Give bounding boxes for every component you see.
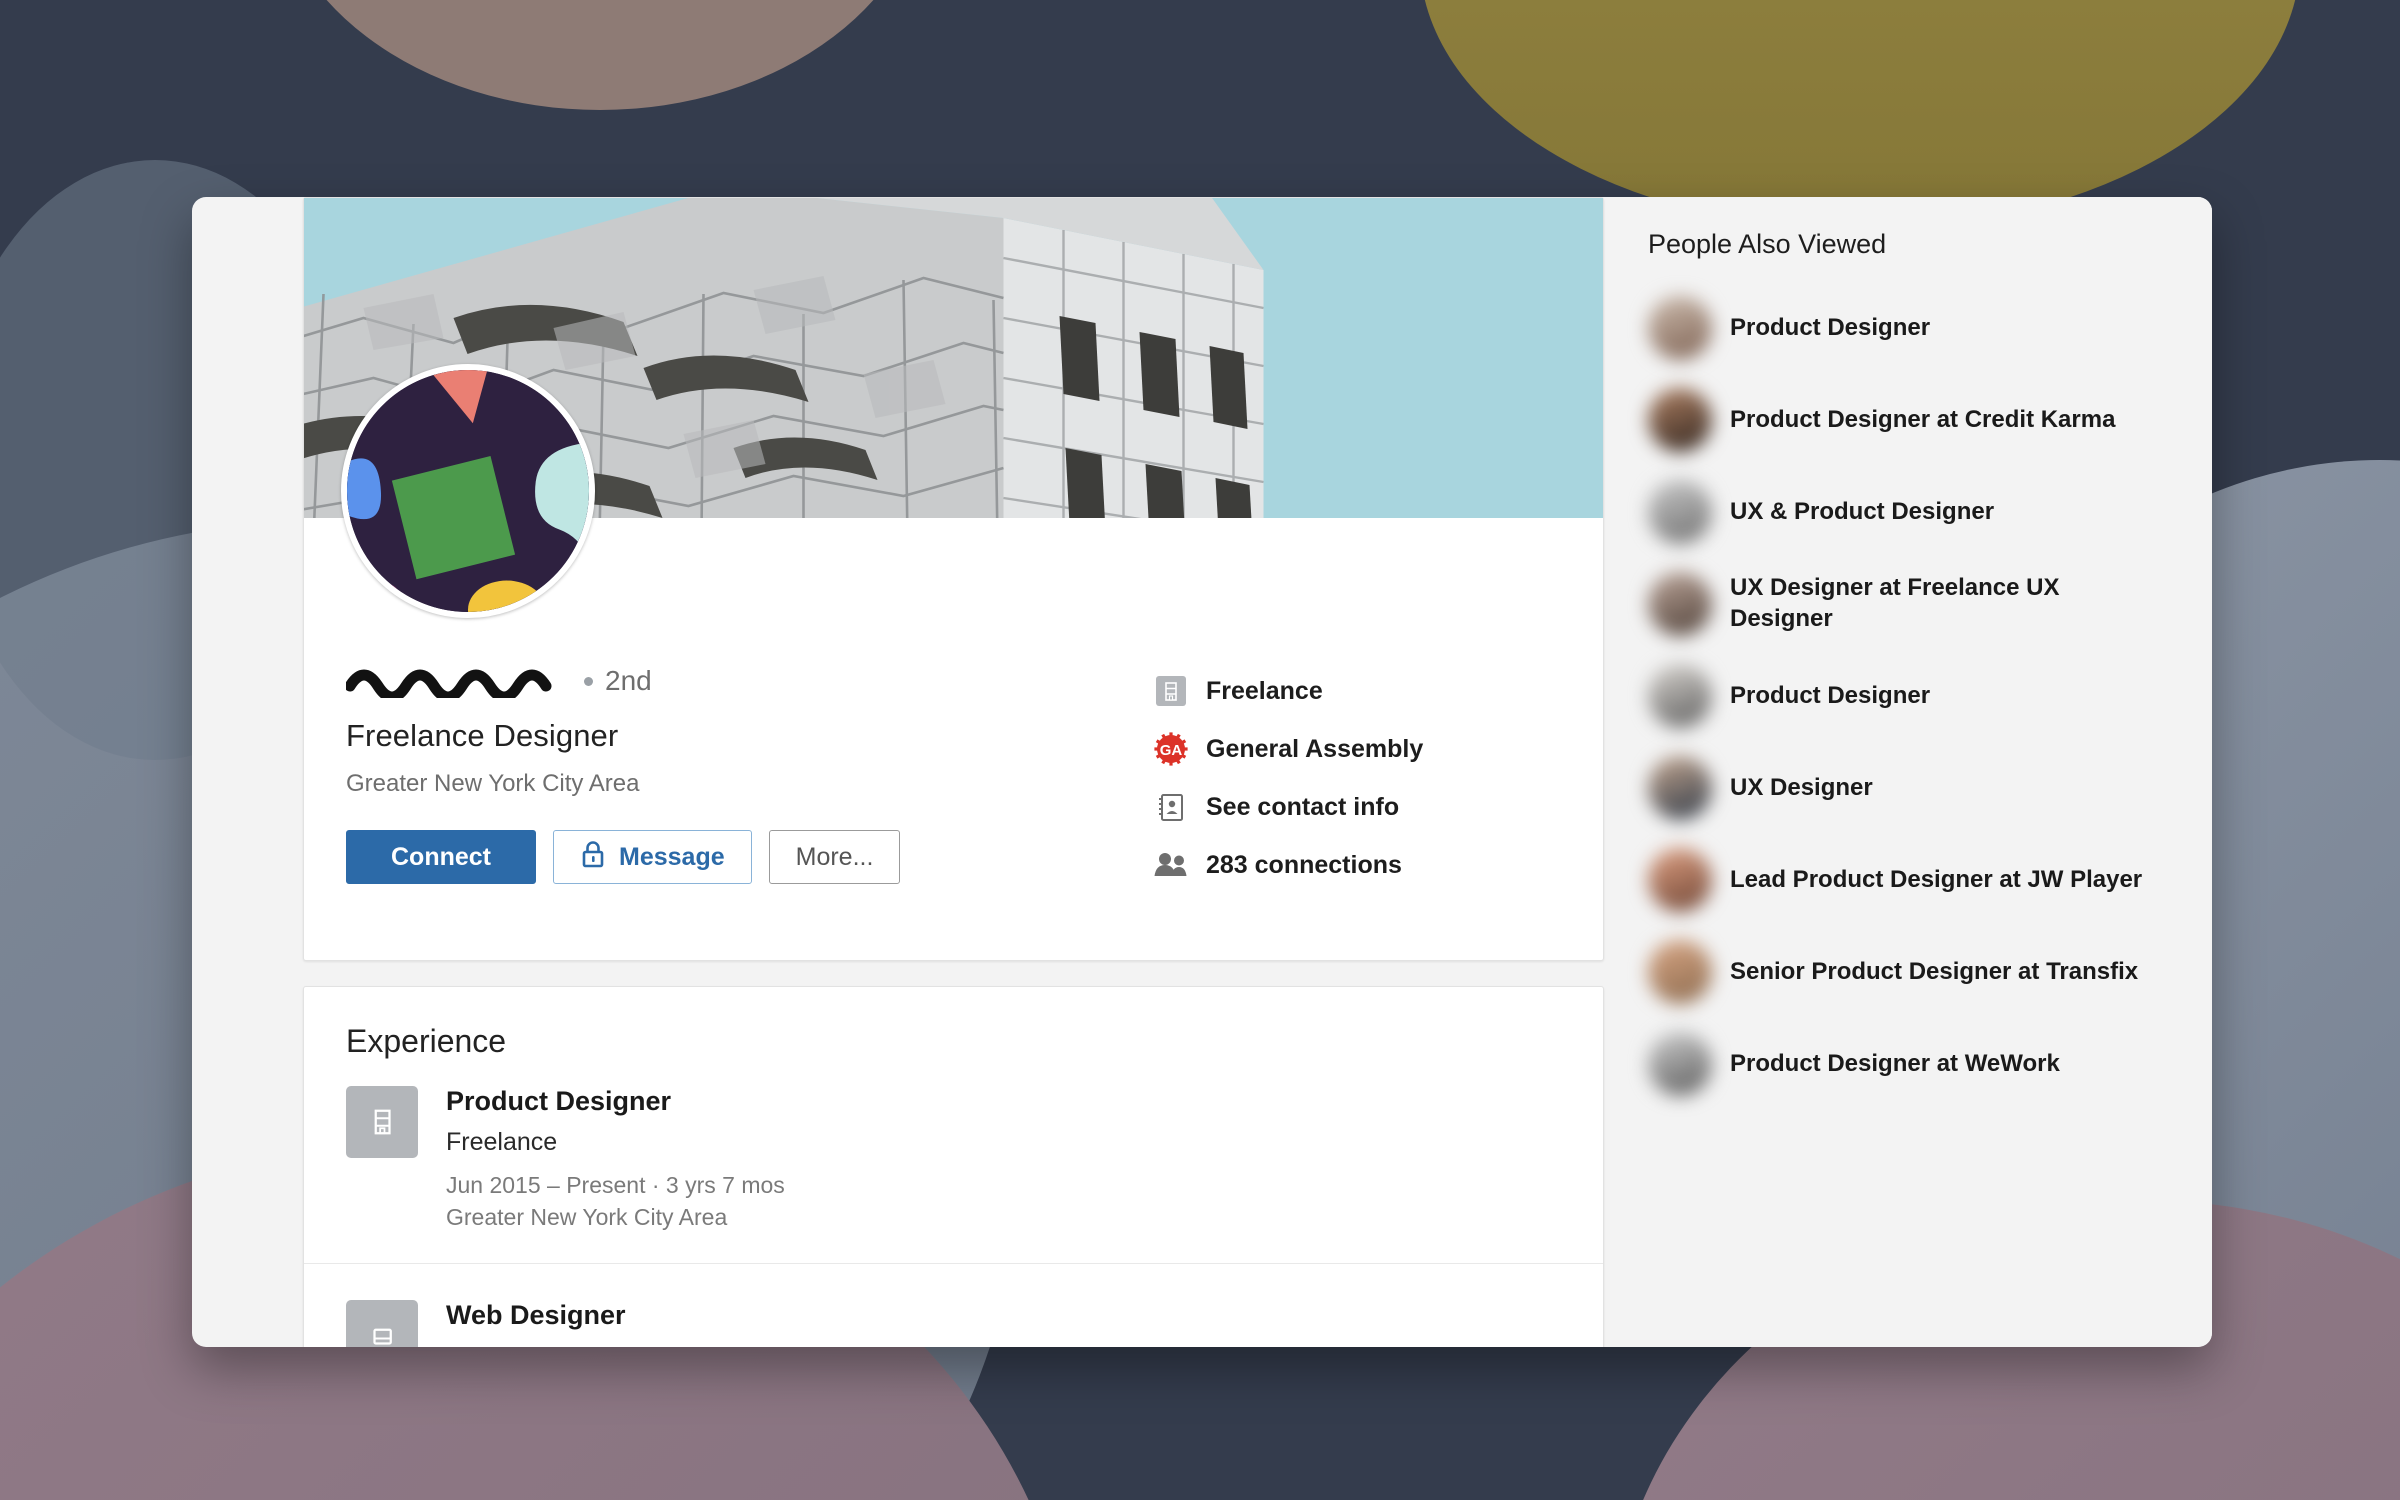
avatar (1648, 480, 1712, 544)
redacted-name-squiggle (344, 664, 572, 703)
avatar[interactable] (341, 364, 595, 618)
avatar (1648, 388, 1712, 452)
profile-headline: Freelance Designer (346, 718, 619, 753)
profile-card: 2nd Freelance Designer Greater New York … (303, 197, 1604, 961)
avatar (1648, 940, 1712, 1004)
experience-section-title: Experience (346, 1023, 507, 1059)
list-item[interactable]: Senior Product Designer at Transfix (1648, 926, 2212, 1018)
avatar (1648, 848, 1712, 912)
meta-label: Freelance (1206, 676, 1323, 705)
list-item-label: UX Designer at Freelance UX Designer (1730, 574, 2060, 632)
experience-role: Product Designer (446, 1086, 672, 1116)
list-item-label: Lead Product Designer at JW Player (1730, 865, 2143, 893)
list-item-label: Product Designer (1730, 681, 1931, 709)
profile-location: Greater New York City Area (346, 770, 640, 797)
experience-item[interactable]: Product Designer Freelance Jun 2015 – Pr… (304, 1086, 1603, 1231)
meta-label: 283 connections (1206, 850, 1402, 879)
meta-item-current-company[interactable]: Freelance (1154, 662, 1423, 720)
experience-role: Web Designer (446, 1300, 626, 1330)
avatar (1648, 1032, 1712, 1096)
profile-meta-list: Freelance GA General Assembly See contac… (1104, 658, 1423, 894)
general-assembly-logo-icon: GA (1154, 732, 1188, 766)
connection-degree: 2nd (605, 665, 652, 696)
list-item[interactable]: Product Designer (1648, 282, 2212, 374)
profile-action-buttons: Connect Message More... (346, 830, 1104, 884)
message-button-label: Message (619, 842, 725, 871)
people-also-viewed-panel: People Also Viewed Product Designer Prod… (1604, 197, 2212, 1347)
svg-text:GA: GA (1160, 742, 1183, 759)
list-item[interactable]: Product Designer at WeWork (1648, 1018, 2212, 1110)
profile-identity: 2nd Freelance Designer Greater New York … (304, 658, 1104, 894)
avatar (1648, 756, 1712, 820)
people-also-viewed-title: People Also Viewed (1648, 229, 1887, 259)
separator-dot (584, 676, 593, 686)
avatar (1648, 296, 1712, 360)
list-item[interactable]: Product Designer (1648, 650, 2212, 742)
list-item[interactable]: UX Designer (1648, 742, 2212, 834)
list-item[interactable]: UX & Product Designer (1648, 466, 2212, 558)
experience-location: Greater New York City Area (446, 1204, 728, 1230)
more-button[interactable]: More... (768, 830, 901, 884)
lock-icon (580, 839, 606, 876)
experience-company: Freelance (446, 1128, 558, 1156)
contact-card-icon (1154, 790, 1188, 824)
meta-label: See contact info (1206, 792, 1400, 821)
people-also-viewed-list: Product Designer Product Designer at Cre… (1648, 282, 2212, 1110)
avatar (1648, 572, 1712, 636)
connect-button[interactable]: Connect (346, 830, 536, 884)
building-icon (346, 1086, 418, 1158)
meta-item-contact-info[interactable]: See contact info (1154, 778, 1423, 836)
experience-list: Product Designer Freelance Jun 2015 – Pr… (304, 1086, 1603, 1347)
message-button[interactable]: Message (553, 830, 752, 884)
list-item-label: Senior Product Designer at Transfix (1730, 957, 2139, 985)
linkedin-profile-window: 2nd Freelance Designer Greater New York … (192, 197, 2212, 1347)
profile-body: 2nd Freelance Designer Greater New York … (304, 364, 1603, 960)
experience-item-text: Web Designer (446, 1300, 626, 1347)
meta-item-education[interactable]: GA General Assembly (1154, 720, 1423, 778)
experience-dates: Jun 2015 – Present · 3 yrs 7 mos (446, 1172, 785, 1198)
list-item[interactable]: UX Designer at Freelance UX Designer (1648, 558, 2212, 650)
list-item-label: UX Designer (1730, 773, 1873, 801)
experience-item-text: Product Designer Freelance Jun 2015 – Pr… (446, 1086, 785, 1231)
profile-main-column: 2nd Freelance Designer Greater New York … (192, 197, 1604, 1347)
meta-label: General Assembly (1206, 734, 1424, 763)
list-item-label: Product Designer at WeWork (1730, 1049, 2060, 1077)
list-item[interactable]: Lead Product Designer at JW Player (1648, 834, 2212, 926)
meta-item-connections[interactable]: 283 connections (1154, 836, 1423, 894)
people-icon (1154, 848, 1188, 882)
experience-item[interactable]: Web Designer (304, 1263, 1603, 1347)
experience-card: Experience Product Designer Freelance Ju… (303, 986, 1604, 1347)
list-item-label: UX & Product Designer (1730, 497, 1995, 525)
list-item-label: Product Designer (1730, 313, 1931, 341)
name-line: 2nd (344, 658, 1104, 704)
list-item-label: Product Designer at Credit Karma (1730, 405, 2116, 433)
building-icon (1154, 674, 1188, 708)
avatar (1648, 664, 1712, 728)
list-item[interactable]: Product Designer at Credit Karma (1648, 374, 2212, 466)
building-icon (346, 1300, 418, 1347)
